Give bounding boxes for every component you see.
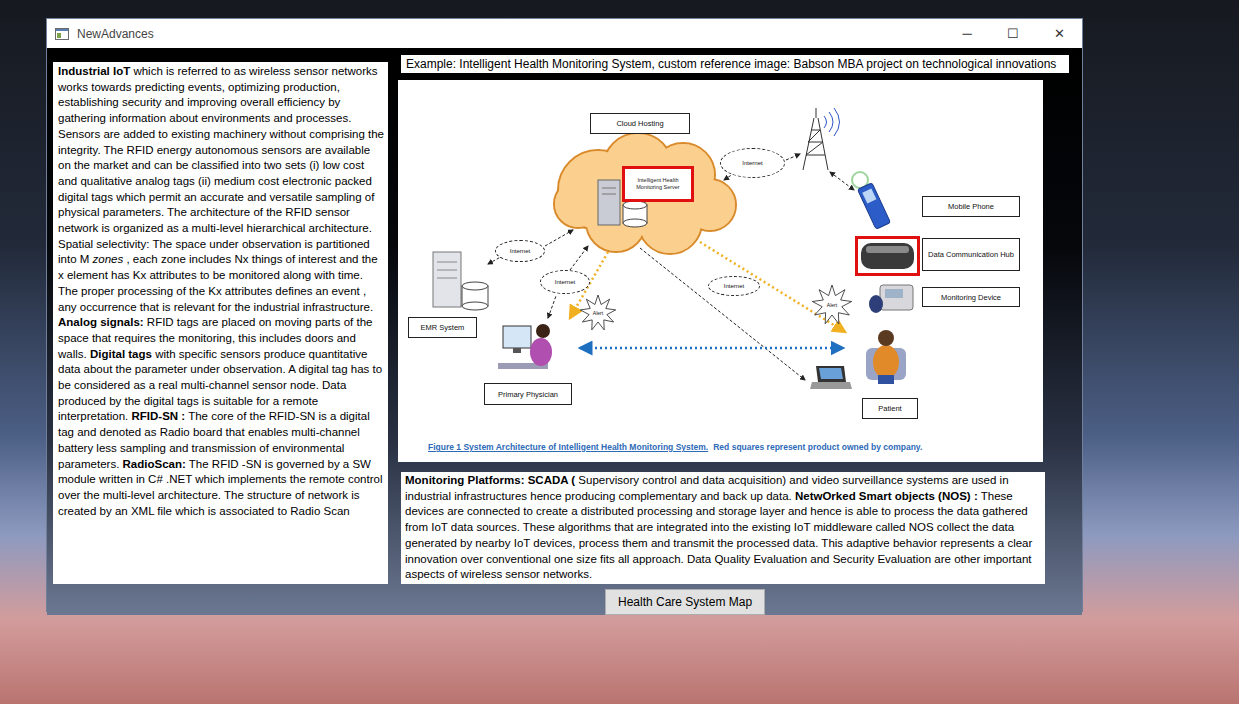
laptop-icon	[810, 366, 852, 389]
close-button[interactable]: ✕	[1036, 19, 1082, 48]
internet-cloud: Internet	[708, 276, 760, 296]
hub-label: Data Communication Hub	[922, 238, 1020, 271]
image-caption: Example: Intelligent Health Monitoring S…	[401, 55, 1069, 73]
alert-label: Alert	[820, 302, 844, 308]
cloud-icon	[554, 133, 736, 254]
tower-icon	[803, 108, 840, 170]
text-segment: RadioScan:	[123, 458, 186, 470]
app-window: NewAdvances ─☐✕ Industrial IoT which is re…	[46, 18, 1083, 612]
text-segment: Analog signals:	[58, 316, 144, 328]
physician-icon	[498, 324, 552, 369]
internet-cloud: Internet	[495, 240, 545, 262]
patient-label: Patient	[862, 398, 918, 419]
text-segment: Industrial IoT	[58, 65, 130, 77]
internet-cloud: Internet	[540, 270, 590, 294]
text-segment: which is referred to as wireless sensor …	[58, 65, 384, 265]
content-row: Industrial IoT which is referred to as w…	[53, 55, 1082, 584]
emr-server-icon	[433, 252, 488, 310]
text-segment: RFID-SN :	[132, 410, 186, 422]
figure-caption: Figure 1 System Architecture of Intellig…	[428, 442, 922, 452]
monitoring-device-label: Monitoring Device	[922, 287, 1020, 307]
connection-lines	[488, 154, 854, 380]
hub-product-frame	[855, 236, 920, 276]
maximize-button[interactable]: ☐	[990, 19, 1036, 48]
title-bar: NewAdvances ─☐✕	[47, 19, 1082, 48]
minimize-button[interactable]: ─	[944, 19, 990, 48]
internet-cloud: Internet	[720, 148, 785, 178]
text-segment: zones	[93, 253, 124, 265]
right-column: Example: Intelligent Health Monitoring S…	[401, 55, 1069, 584]
emr-system-label: EMR System	[408, 317, 477, 338]
mobile-phone-label: Mobile Phone	[922, 196, 1020, 217]
patient-icon	[866, 330, 906, 384]
hub-icon	[861, 243, 914, 269]
desktop: NewAdvances ─☐✕ Industrial IoT which is re…	[0, 0, 1239, 704]
bottom-text-panel: Monitoring Platforms: SCADA ( Supervisor…	[401, 472, 1045, 584]
window-title: NewAdvances	[77, 27, 154, 41]
monitoring-device-icon	[869, 285, 913, 313]
button-row: Health Care System Map	[53, 589, 1082, 615]
physician-label: Primary Physician	[484, 383, 572, 405]
figure-title: Figure 1 System Architecture of Intellig…	[428, 442, 708, 452]
alert-label: Alert	[586, 310, 610, 316]
text-segment: NetwOrked Smart objects (NOS) :	[795, 490, 978, 502]
cloud-hosting-label: Cloud Hosting	[590, 113, 690, 134]
left-text-panel: Industrial IoT which is referred to as w…	[53, 62, 388, 584]
text-segment: Monitoring Platforms: SCADA (	[405, 474, 575, 486]
window-body: Industrial IoT which is referred to as w…	[47, 48, 1082, 615]
text-segment: Digital tags	[90, 348, 152, 360]
alert-icon	[812, 285, 851, 324]
server-label: Intelligent Health Monitoring Server	[622, 166, 694, 202]
mobile-phone-icon	[852, 172, 891, 229]
architecture-diagram: Cloud Hosting Intelligent Health Monitori…	[398, 80, 1043, 462]
figure-note: Red squares represent product owned by c…	[713, 442, 922, 452]
window-controls: ─☐✕	[944, 19, 1082, 48]
health-care-map-button[interactable]: Health Care System Map	[605, 589, 765, 615]
text-segment: These devices are connected to create a …	[405, 490, 1032, 581]
alert-icon	[580, 295, 615, 330]
app-window-icon	[55, 28, 69, 40]
